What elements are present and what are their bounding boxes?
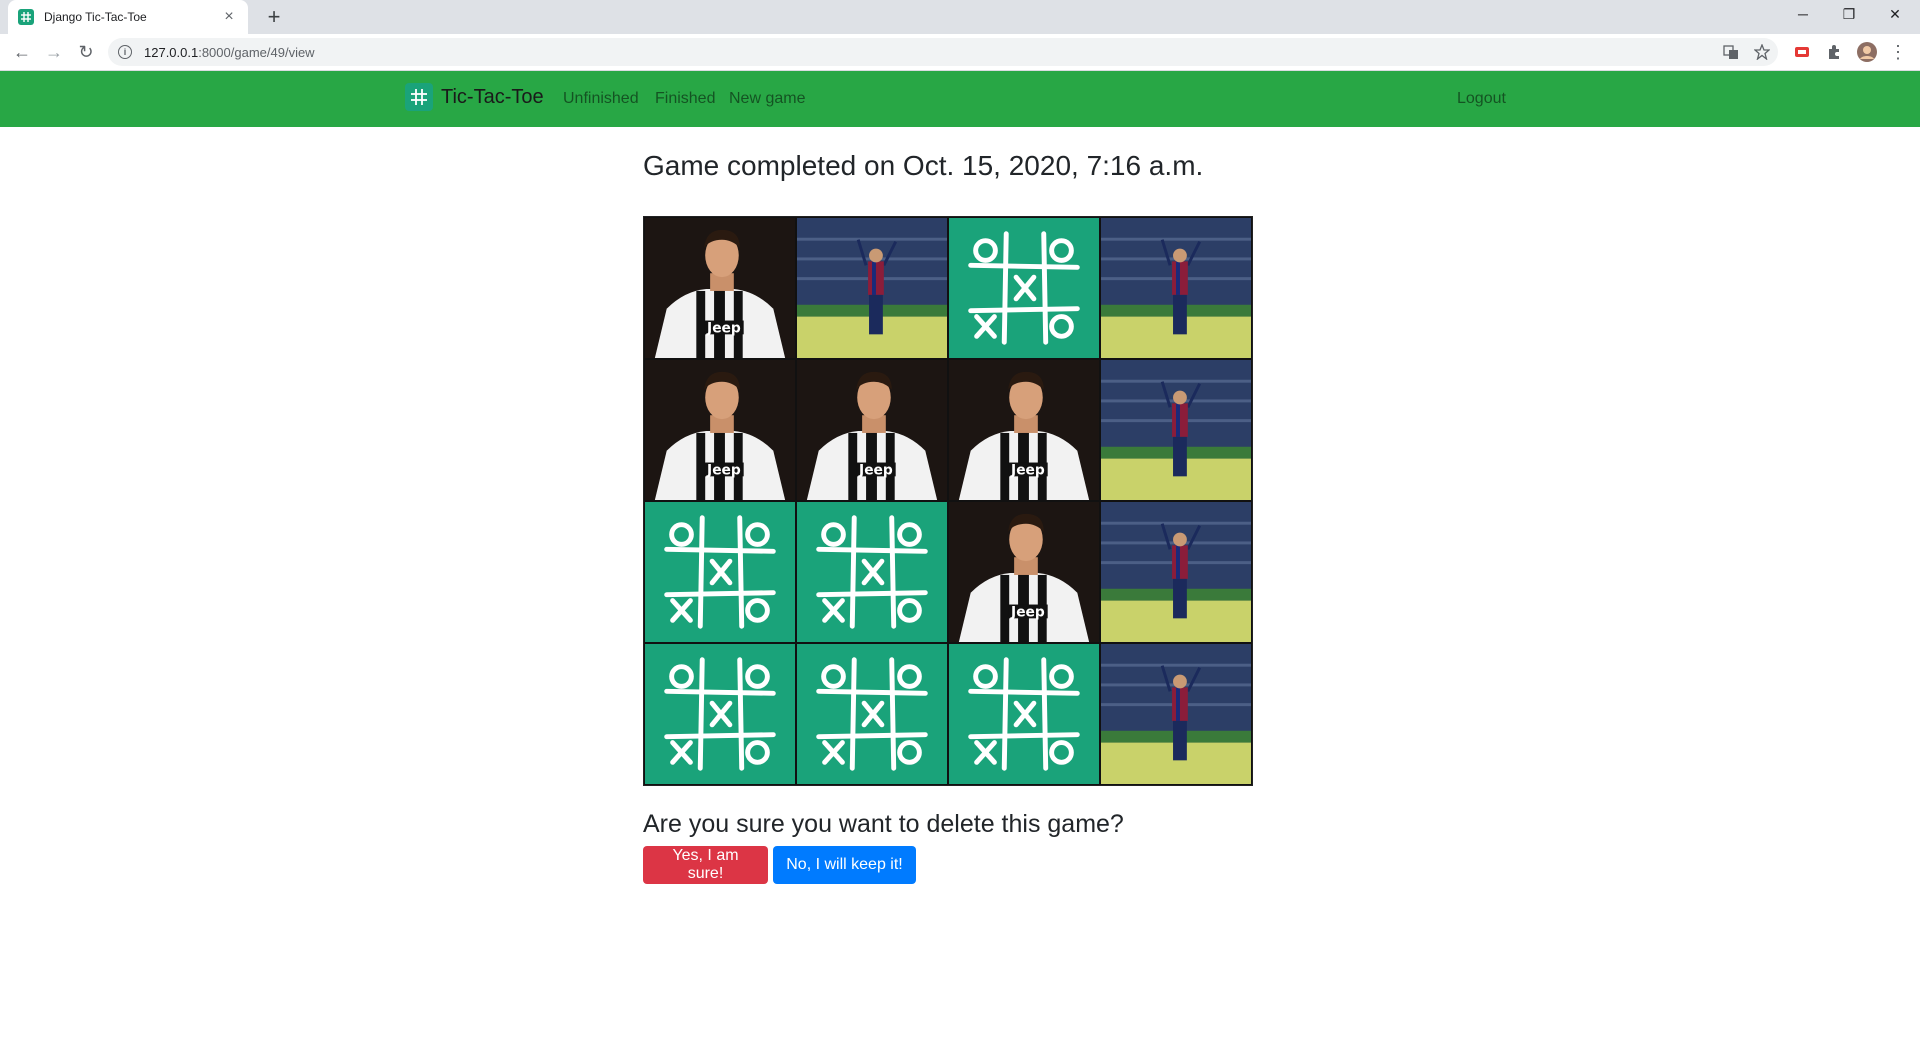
board-cell-ronaldo: Jeep bbox=[948, 501, 1100, 643]
translate-icon[interactable] bbox=[1723, 44, 1739, 60]
reload-button[interactable]: ↻ bbox=[72, 38, 100, 66]
svg-text:Jeep: Jeep bbox=[1010, 462, 1045, 478]
brand-text: Tic-Tac-Toe bbox=[441, 85, 544, 108]
nav-finished[interactable]: Finished bbox=[655, 90, 715, 108]
forward-button[interactable]: → bbox=[40, 38, 68, 66]
board-cell-messi bbox=[1100, 359, 1252, 501]
site-navbar: Tic-Tac-Toe Unfinished Finished New game… bbox=[0, 71, 1920, 127]
confirm-delete-button[interactable]: Yes, I am sure! bbox=[643, 846, 768, 884]
board-cell-ronaldo: Jeep bbox=[644, 217, 796, 359]
tab-title: Django Tic-Tac-Toe bbox=[44, 10, 147, 24]
back-button[interactable]: ← bbox=[8, 38, 36, 66]
minimize-button[interactable]: ─ bbox=[1780, 0, 1826, 30]
board-cell-ronaldo: Jeep bbox=[796, 359, 948, 501]
board-cell-ronaldo: Jeep bbox=[644, 359, 796, 501]
tab-close-icon[interactable]: × bbox=[220, 8, 238, 26]
nav-new-game[interactable]: New game bbox=[729, 90, 805, 108]
browser-toolbar: ← → ↻ i 127.0.0.1:8000/game/49/view ⋮ bbox=[0, 34, 1920, 71]
page-title: Game completed on Oct. 15, 2020, 7:16 a.… bbox=[643, 150, 1204, 181]
bookmark-star-icon[interactable] bbox=[1754, 44, 1770, 60]
close-window-button[interactable]: ✕ bbox=[1872, 0, 1918, 30]
svg-text:Jeep: Jeep bbox=[706, 462, 741, 478]
url-host: 127.0.0.1 bbox=[144, 44, 199, 60]
browser-tab[interactable]: Django Tic-Tac-Toe × bbox=[8, 0, 248, 34]
nav-unfinished[interactable]: Unfinished bbox=[563, 90, 639, 108]
board-cell-ronaldo: Jeep bbox=[948, 359, 1100, 501]
board-cell-empty bbox=[948, 643, 1100, 785]
board-cell-empty bbox=[644, 501, 796, 643]
board-cell-empty bbox=[644, 643, 796, 785]
extension-red-icon[interactable] bbox=[1794, 44, 1810, 60]
address-bar[interactable]: i 127.0.0.1:8000/game/49/view bbox=[108, 38, 1778, 66]
new-tab-button[interactable]: + bbox=[260, 4, 288, 30]
board-cell-messi bbox=[1100, 643, 1252, 785]
delete-confirmation-question: Are you sure you want to delete this gam… bbox=[643, 810, 1124, 838]
restore-button[interactable]: ❐ bbox=[1826, 0, 1872, 30]
svg-text:Jeep: Jeep bbox=[858, 462, 893, 478]
svg-text:Jeep: Jeep bbox=[1010, 604, 1045, 620]
board-cell-messi bbox=[1100, 217, 1252, 359]
extensions-puzzle-icon[interactable] bbox=[1826, 44, 1842, 60]
board-cell-messi bbox=[796, 217, 948, 359]
browser-tabstrip: Django Tic-Tac-Toe × + ─ ❐ ✕ bbox=[0, 0, 1920, 34]
tic-tac-toe-logo-icon bbox=[405, 83, 433, 111]
profile-avatar[interactable] bbox=[1857, 42, 1877, 62]
logout-link[interactable]: Logout bbox=[1457, 90, 1506, 108]
board-cell-empty bbox=[796, 501, 948, 643]
site-info-icon[interactable]: i bbox=[118, 45, 132, 59]
url-path: :8000/game/49/view bbox=[198, 44, 315, 60]
board-cell-empty bbox=[948, 217, 1100, 359]
board-cell-empty bbox=[796, 643, 948, 785]
browser-menu-icon[interactable]: ⋮ bbox=[1884, 38, 1912, 66]
brand-link[interactable]: Tic-Tac-Toe bbox=[405, 83, 544, 111]
svg-text:Jeep: Jeep bbox=[706, 320, 741, 336]
tic-tac-toe-favicon-icon bbox=[18, 9, 34, 25]
board-cell-messi bbox=[1100, 501, 1252, 643]
cancel-delete-button[interactable]: No, I will keep it! bbox=[773, 846, 916, 884]
game-board: Jeep Jeep Jeep Jeep Jeep bbox=[643, 216, 1253, 786]
